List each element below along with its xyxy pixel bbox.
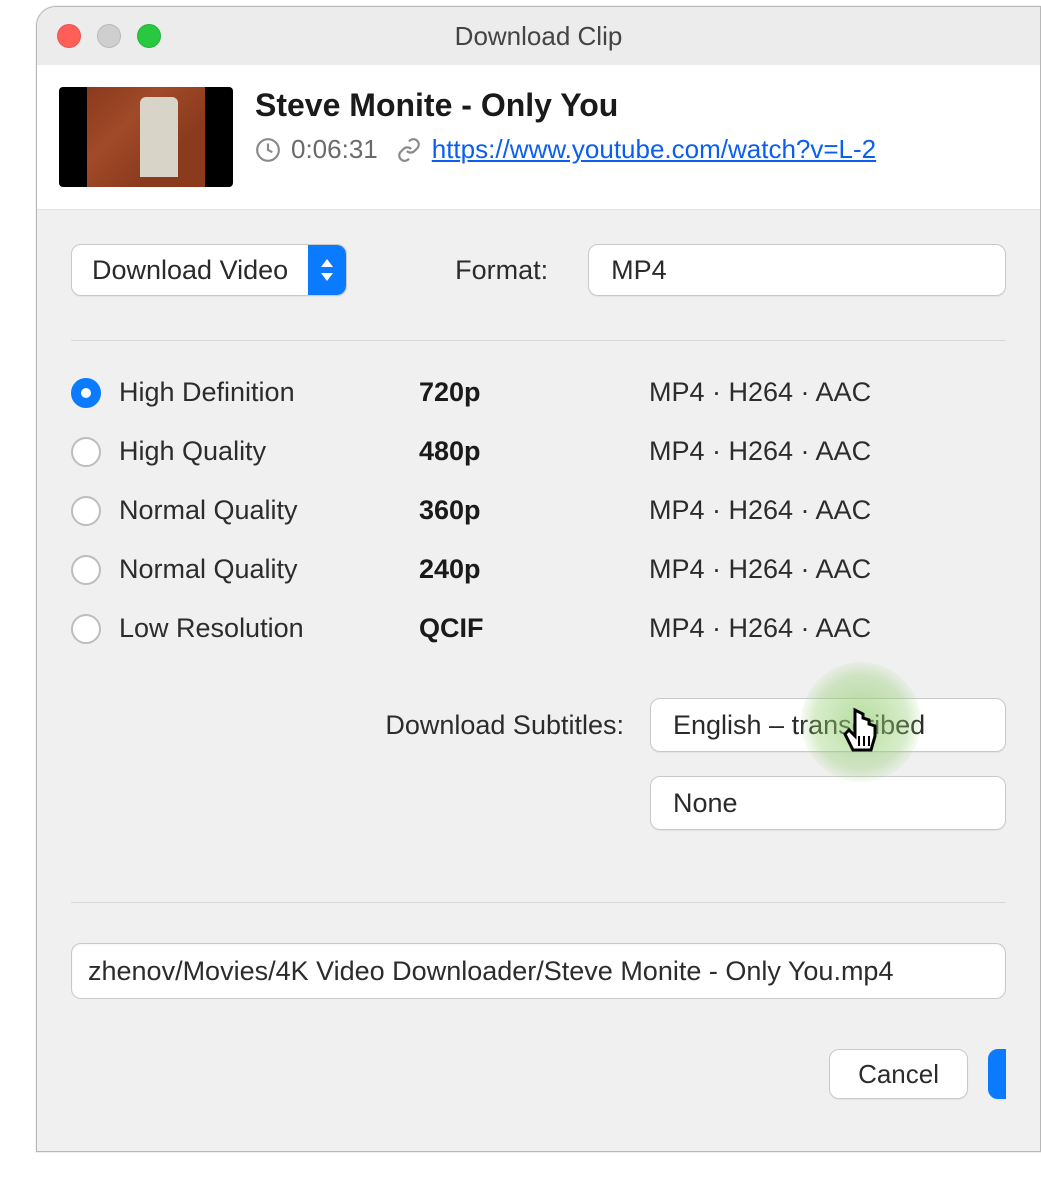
quality-option-480p[interactable]: High Quality 480p MP4 · H264 · AAC <box>71 422 1006 481</box>
radio-button[interactable] <box>71 437 101 467</box>
subtitles-secondary-value: None <box>673 788 738 819</box>
video-title: Steve Monite - Only You <box>255 87 1014 124</box>
subtitles-label: Download Subtitles: <box>385 710 624 741</box>
close-window-button[interactable] <box>57 24 81 48</box>
quality-list: High Definition 720p MP4 · H264 · AAC Hi… <box>71 363 1006 658</box>
video-url-link[interactable]: https://www.youtube.com/watch?v=L-2 <box>432 134 876 165</box>
radio-button[interactable] <box>71 496 101 526</box>
format-select[interactable]: MP4 <box>588 244 1006 296</box>
divider <box>71 340 1006 341</box>
clock-icon <box>255 137 281 163</box>
save-path-input[interactable] <box>71 943 1006 999</box>
minimize-window-button[interactable] <box>97 24 121 48</box>
titlebar: Download Clip <box>37 7 1040 65</box>
cancel-button[interactable]: Cancel <box>829 1049 968 1099</box>
action-select-label: Download Video <box>72 245 308 295</box>
video-meta: Steve Monite - Only You 0:06:31 https://… <box>255 87 1014 165</box>
subtitles-secondary-select[interactable]: None <box>650 776 1006 830</box>
quality-option-qcif[interactable]: Low Resolution QCIF MP4 · H264 · AAC <box>71 599 1006 658</box>
save-path-row <box>71 902 1006 999</box>
video-thumbnail <box>59 87 233 187</box>
quality-option-240p[interactable]: Normal Quality 240p MP4 · H264 · AAC <box>71 540 1006 599</box>
format-value: MP4 <box>611 255 667 286</box>
radio-button[interactable] <box>71 378 101 408</box>
zoom-window-button[interactable] <box>137 24 161 48</box>
quality-option-360p[interactable]: Normal Quality 360p MP4 · H264 · AAC <box>71 481 1006 540</box>
subtitles-value: English – transcribed <box>673 710 925 741</box>
subtitles-select[interactable]: English – transcribed <box>650 698 1006 752</box>
quality-option-720p[interactable]: High Definition 720p MP4 · H264 · AAC <box>71 363 1006 422</box>
content-area: Download Video Format: MP4 High Definiti… <box>37 210 1040 1099</box>
download-button[interactable] <box>988 1049 1006 1099</box>
video-header: Steve Monite - Only You 0:06:31 https://… <box>37 65 1040 210</box>
action-select[interactable]: Download Video <box>71 244 347 296</box>
link-icon <box>396 137 422 163</box>
window-title: Download Clip <box>37 21 1040 52</box>
video-duration: 0:06:31 <box>291 134 378 165</box>
updown-arrows-icon <box>308 245 346 295</box>
subtitles-row: Download Subtitles: English – transcribe… <box>71 698 1006 752</box>
dialog-footer: Cancel <box>71 999 1006 1099</box>
radio-button[interactable] <box>71 555 101 585</box>
radio-button[interactable] <box>71 614 101 644</box>
format-label: Format: <box>455 255 548 286</box>
window-controls <box>57 24 161 48</box>
download-clip-window: Download Clip Steve Monite - Only You 0:… <box>36 6 1041 1152</box>
